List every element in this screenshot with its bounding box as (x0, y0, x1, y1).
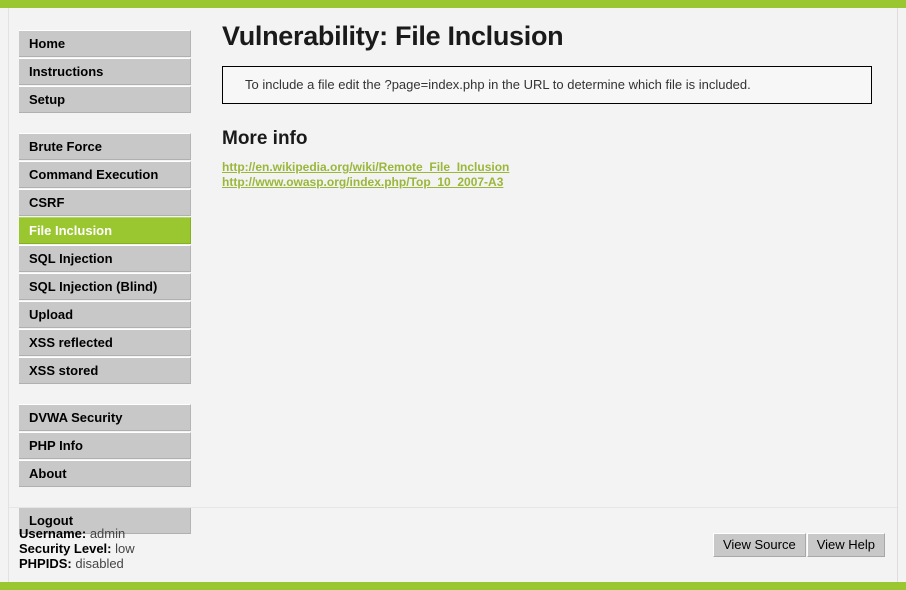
more-info-link-2[interactable]: http://www.owasp.org/index.php/Top_10_20… (222, 175, 894, 190)
view-help-button[interactable]: View Help (806, 533, 885, 557)
main-content: Vulnerability: File Inclusion To include… (222, 8, 894, 190)
sidebar-item-setup[interactable]: Setup (19, 86, 191, 113)
status-label: Security Level: (19, 541, 112, 556)
page-footer: Username: admin Security Level: low PHPIDS… (9, 507, 897, 582)
session-status-block: Username: admin Security Level: low PHPIDS… (19, 526, 135, 571)
more-info-link-list: http://en.wikipedia.org/wiki/Remote_File… (222, 160, 894, 190)
sidebar-item-sql-injection[interactable]: SQL Injection (19, 245, 191, 272)
sidebar-item-dvwa-security[interactable]: DVWA Security (19, 404, 191, 431)
sidebar-item-command-execution[interactable]: Command Execution (19, 161, 191, 188)
sidebar-group: Home Instructions Setup (9, 30, 209, 113)
status-row: Username: admin (19, 526, 135, 541)
bottom-accent-bar (0, 582, 906, 590)
sidebar-item-home[interactable]: Home (19, 30, 191, 57)
more-info-link-1[interactable]: http://en.wikipedia.org/wiki/Remote_File… (222, 160, 894, 175)
status-value: low (115, 541, 135, 556)
sidebar-item-sql-injection-blind[interactable]: SQL Injection (Blind) (19, 273, 191, 300)
sidebar-item-xss-reflected[interactable]: XSS reflected (19, 329, 191, 356)
sidebar-item-csrf[interactable]: CSRF (19, 189, 191, 216)
status-value: admin (89, 526, 126, 541)
sidebar-item-about[interactable]: About (19, 460, 191, 487)
sidebar-group: DVWA Security PHP Info About (9, 404, 209, 487)
status-label: PHPIDS: (19, 556, 72, 571)
status-value: disabled (75, 556, 124, 571)
page-title: Vulnerability: File Inclusion (222, 21, 564, 51)
more-info-heading: More info (222, 128, 308, 149)
status-label: Username: (19, 526, 87, 541)
status-row: Security Level: low (19, 541, 135, 556)
sidebar-item-brute-force[interactable]: Brute Force (19, 133, 191, 160)
sidebar-item-xss-stored[interactable]: XSS stored (19, 357, 191, 384)
sidebar-group: Brute Force Command Execution CSRF File Inc… (9, 133, 209, 384)
view-source-button[interactable]: View Source (712, 533, 806, 557)
sidebar-item-upload[interactable]: Upload (19, 301, 191, 328)
footer-button-group: View Source View Help (712, 533, 885, 557)
sidebar-item-instructions[interactable]: Instructions (19, 58, 191, 85)
top-accent-bar (0, 0, 906, 8)
instruction-info-box: To include a file edit the ?page=index.p… (222, 66, 872, 104)
sidebar-item-file-inclusion[interactable]: File Inclusion (19, 217, 191, 244)
status-row: PHPIDS: disabled (19, 556, 135, 571)
dvwa-page: Home Instructions Setup Brute Force Command … (0, 0, 906, 590)
sidebar-navigation: Home Instructions Setup Brute Force Command … (9, 8, 209, 535)
sidebar-item-php-info[interactable]: PHP Info (19, 432, 191, 459)
page-frame: Home Instructions Setup Brute Force Command … (8, 8, 898, 582)
